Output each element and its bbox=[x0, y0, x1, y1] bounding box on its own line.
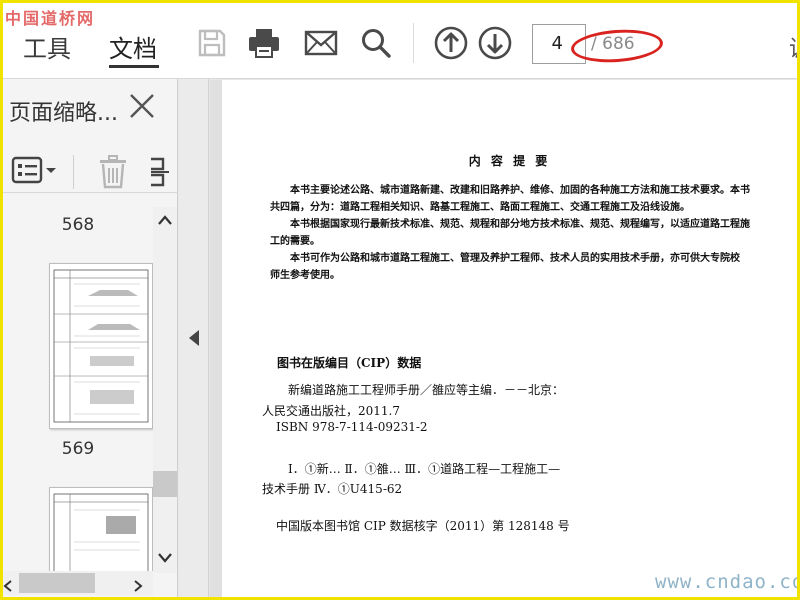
search-button[interactable] bbox=[358, 25, 394, 61]
panel-title: 页面缩略... bbox=[9, 101, 118, 126]
email-button[interactable] bbox=[303, 25, 339, 61]
trash-icon bbox=[100, 155, 126, 189]
thumbnail-vertical-scrollbar[interactable] bbox=[153, 207, 177, 573]
scroll-down-button[interactable] bbox=[153, 547, 177, 569]
scroll-left-button[interactable] bbox=[3, 577, 13, 596]
cip-line: 中国版本图书馆 CIP 数据核字（2011）第 128148 号 bbox=[276, 519, 570, 533]
save-icon bbox=[198, 29, 226, 57]
chevron-right-icon bbox=[134, 580, 143, 592]
page-thumbnail[interactable] bbox=[49, 487, 153, 573]
print-button[interactable] bbox=[246, 25, 282, 61]
list-options-icon bbox=[11, 156, 56, 184]
save-button[interactable] bbox=[194, 25, 230, 61]
thumbnail-list: 568 569 bbox=[3, 207, 153, 573]
thumbnail-panel: 页面缩略... 568 569 bbox=[3, 79, 178, 597]
arrow-down-circle-icon bbox=[478, 26, 512, 60]
search-icon bbox=[362, 29, 391, 58]
thumbnail-label: 568 bbox=[61, 215, 95, 235]
tab-tools[interactable]: 工具 bbox=[23, 29, 71, 64]
horizontal-scroll-thumb[interactable] bbox=[19, 573, 95, 593]
chevron-down-icon bbox=[158, 553, 172, 563]
summary-line: 本书根据国家现行最新技术标准、规范、规程和部分地方技术标准、规范、规程编写，以适… bbox=[290, 219, 750, 230]
panel-toolbar-divider bbox=[73, 155, 74, 189]
document-viewport[interactable]: 内 容 提 要 本书主要论述公路、城市道路新建、改建和旧路养护、维修、加固的各种… bbox=[210, 80, 797, 597]
next-page-button[interactable] bbox=[477, 25, 513, 61]
summary-line: 本书可作为公路和城市道路工程施工、管理及养护工程师、技术人员的实用技术手册，亦可… bbox=[290, 253, 740, 264]
triangle-left-icon bbox=[189, 330, 199, 346]
thumbnail-label: 569 bbox=[61, 439, 95, 459]
cip-line: Ⅰ．①新… Ⅱ．①雒… Ⅲ．①道路工程—工程施工— bbox=[288, 462, 561, 476]
page-layout-icon bbox=[151, 157, 169, 187]
active-tab-indicator bbox=[109, 65, 159, 68]
email-icon bbox=[304, 30, 338, 56]
document-page: 内 容 提 要 本书主要论述公路、城市道路新建、改建和旧路养护、维修、加固的各种… bbox=[222, 80, 797, 597]
previous-page-button[interactable] bbox=[433, 25, 469, 61]
scroll-up-button[interactable] bbox=[153, 209, 177, 231]
toolbar-divider bbox=[413, 23, 414, 63]
summary-line: 工的需要。 bbox=[270, 236, 320, 247]
panel-collapse-strip bbox=[179, 79, 209, 597]
delete-page-button[interactable] bbox=[97, 155, 129, 189]
scroll-right-button[interactable] bbox=[133, 577, 143, 596]
toolbar-overflow[interactable]: 调 bbox=[789, 31, 797, 63]
thumbnail-preview bbox=[53, 493, 149, 573]
tab-document[interactable]: 文档 bbox=[109, 29, 157, 64]
summary-title: 内 容 提 要 bbox=[468, 154, 551, 168]
close-panel-button[interactable] bbox=[127, 91, 157, 121]
cip-line: 人民交通出版社，2011.7 bbox=[262, 404, 400, 418]
cip-line: 技术手册 Ⅳ．①U415-62 bbox=[262, 482, 403, 496]
thumbnail-options-button[interactable] bbox=[11, 155, 59, 187]
toolbar: 中国道桥网 工具 文档 4 / 686 bbox=[3, 3, 797, 79]
cip-heading: 图书在版编目（CIP）数据 bbox=[277, 356, 422, 370]
print-icon bbox=[249, 29, 279, 58]
summary-line: 本书主要论述公路、城市道路新建、改建和旧路养护、维修、加固的各种施工方法和施工技… bbox=[290, 185, 750, 196]
watermark-bottom: www.cndao.com bbox=[655, 571, 797, 593]
cip-line: 新编道路施工工程师手册／雒应等主编．－－北京： bbox=[288, 383, 565, 397]
rotate-page-button[interactable] bbox=[149, 155, 171, 189]
summary-paragraph: 本书主要论述公路、城市道路新建、改建和旧路养护、维修、加固的各种施工方法和施工技… bbox=[270, 182, 790, 284]
panel-toolbar bbox=[3, 149, 178, 193]
watermark-top: 中国道桥网 bbox=[5, 9, 96, 28]
thumbnail-preview bbox=[53, 269, 149, 423]
vertical-scroll-thumb[interactable] bbox=[153, 471, 177, 497]
summary-line: 共四篇，分为：道路工程相关知识、路基工程施工、路面工程施工、交通工程施工及沿线设… bbox=[270, 202, 690, 213]
summary-line: 师生参考使用。 bbox=[270, 270, 340, 281]
chevron-up-icon bbox=[158, 215, 172, 225]
arrow-up-circle-icon bbox=[434, 26, 468, 60]
close-icon bbox=[130, 94, 154, 118]
page-thumbnail[interactable] bbox=[49, 263, 153, 429]
thumbnail-horizontal-scrollbar[interactable] bbox=[3, 571, 153, 595]
chevron-left-icon bbox=[3, 580, 12, 592]
collapse-panel-button[interactable] bbox=[187, 329, 201, 347]
app-window: 中国道桥网 工具 文档 4 / 686 页面缩略... 568 569 内 容 … bbox=[0, 0, 800, 600]
cip-line: ISBN 978-7-114-09231-2 bbox=[276, 420, 428, 434]
